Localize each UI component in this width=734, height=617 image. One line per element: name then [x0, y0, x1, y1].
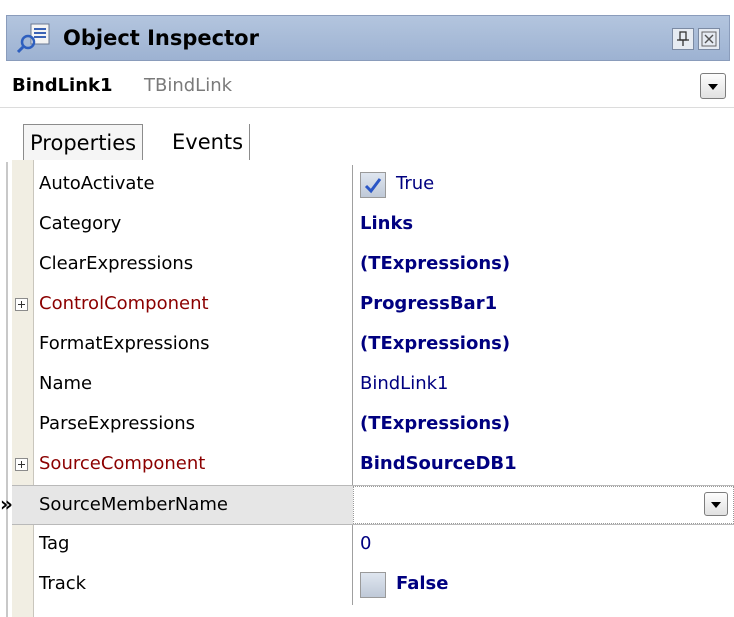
property-name: FormatExpressions	[39, 333, 210, 354]
close-icon	[701, 31, 717, 47]
inspector-tabs: Properties Events	[0, 112, 734, 162]
property-name: Name	[39, 373, 93, 394]
property-row-sourcemembername[interactable]: » SourceMemberName	[0, 485, 734, 525]
property-value[interactable]: False	[396, 573, 448, 594]
property-name: ControlComponent	[39, 293, 209, 314]
chevron-down-icon	[711, 502, 721, 508]
property-name: ParseExpressions	[39, 413, 196, 434]
column-divider	[352, 445, 353, 485]
close-button[interactable]	[698, 28, 720, 50]
property-value[interactable]: BindLink1	[360, 373, 449, 394]
tab-properties[interactable]: Properties	[23, 124, 144, 160]
property-value[interactable]: Links	[360, 213, 413, 234]
autoactivate-checkbox[interactable]	[360, 172, 386, 198]
column-divider	[352, 325, 353, 365]
property-name: Category	[39, 213, 122, 234]
pin-icon	[677, 31, 689, 46]
column-divider	[352, 405, 353, 445]
inspector-title: Object Inspector	[63, 26, 259, 50]
property-grid: AutoActivate True Category Links ClearEx…	[0, 160, 734, 617]
property-row-formatexpressions[interactable]: FormatExpressions (TExpressions)	[12, 325, 734, 365]
plus-icon	[18, 461, 25, 468]
pin-button[interactable]	[672, 28, 694, 50]
property-name: Track	[39, 573, 87, 594]
column-divider	[352, 205, 353, 245]
property-value[interactable]: 0	[360, 533, 371, 554]
property-value[interactable]: (TExpressions)	[360, 253, 510, 274]
column-divider	[352, 245, 353, 285]
component-type: TBindLink	[144, 75, 233, 96]
tab-events[interactable]: Events	[166, 124, 251, 160]
property-name: AutoActivate	[39, 173, 155, 194]
expand-button[interactable]	[15, 458, 28, 471]
property-value[interactable]: True	[396, 173, 434, 194]
sourcemembername-value-editor[interactable]	[353, 486, 734, 524]
column-divider	[352, 525, 353, 565]
object-inspector-icon	[16, 22, 51, 54]
property-name: Tag	[39, 533, 70, 554]
property-name: SourceComponent	[39, 453, 206, 474]
panel-left-border	[6, 112, 8, 617]
column-divider	[352, 565, 353, 605]
column-divider	[352, 365, 353, 405]
inspector-titlebar[interactable]: Object Inspector	[6, 15, 730, 61]
property-row-parseexpressions[interactable]: ParseExpressions (TExpressions)	[12, 405, 734, 445]
checkmark-icon	[364, 178, 382, 194]
property-row-sourcecomponent[interactable]: SourceComponent BindSourceDB1	[12, 445, 734, 485]
component-dropdown-button[interactable]	[700, 73, 726, 99]
component-name: BindLink1	[12, 75, 113, 96]
property-row-autoactivate[interactable]: AutoActivate True	[12, 165, 734, 205]
sourcemembername-dropdown-button[interactable]	[704, 492, 728, 516]
property-value[interactable]: (TExpressions)	[360, 333, 510, 354]
property-value[interactable]: BindSourceDB1	[360, 453, 517, 474]
property-value[interactable]: (TExpressions)	[360, 413, 510, 434]
property-row-track[interactable]: Track False	[12, 565, 734, 605]
component-selector[interactable]: BindLink1 TBindLink	[0, 63, 734, 108]
property-row-name[interactable]: Name BindLink1	[12, 365, 734, 405]
property-row-tag[interactable]: Tag 0	[12, 525, 734, 565]
property-row-clearexpressions[interactable]: ClearExpressions (TExpressions)	[12, 245, 734, 285]
track-checkbox[interactable]	[360, 572, 386, 598]
expand-button[interactable]	[15, 298, 28, 311]
selected-row-marker: »	[0, 492, 13, 516]
column-divider	[352, 165, 353, 205]
property-row-category[interactable]: Category Links	[12, 205, 734, 245]
column-divider	[352, 285, 353, 325]
property-row-controlcomponent[interactable]: ControlComponent ProgressBar1	[12, 285, 734, 325]
property-name: SourceMemberName	[39, 494, 228, 515]
property-name: ClearExpressions	[39, 253, 194, 274]
chevron-down-icon	[708, 84, 718, 90]
plus-icon	[18, 301, 25, 308]
property-value[interactable]: ProgressBar1	[360, 293, 497, 314]
